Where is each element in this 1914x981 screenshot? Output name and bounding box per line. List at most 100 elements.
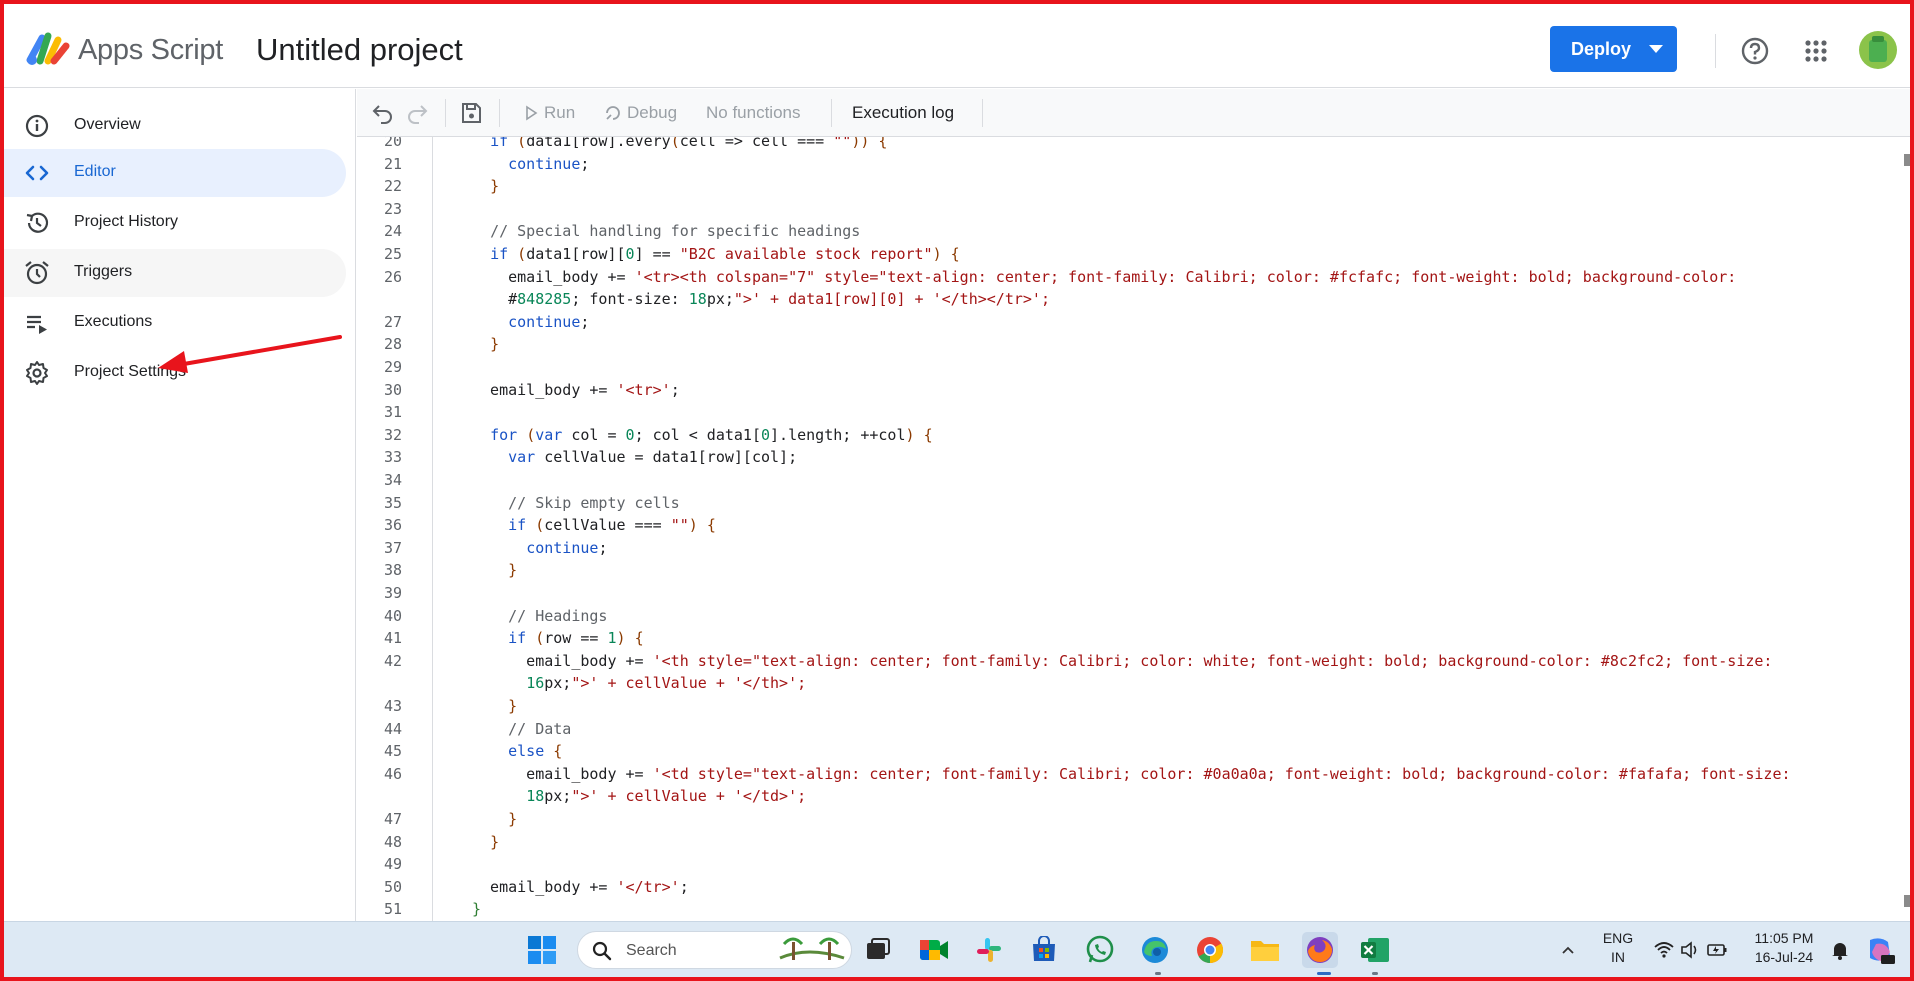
- line-number: 41: [383, 629, 402, 647]
- sidebar-item-triggers[interactable]: Triggers: [4, 249, 346, 297]
- line-number: 49: [383, 855, 402, 873]
- gear-icon: [26, 361, 48, 385]
- whatsapp-icon[interactable]: [1082, 932, 1118, 968]
- function-selector-label: No functions: [706, 103, 801, 122]
- line-number: 42: [383, 652, 402, 670]
- sidebar-item-overview[interactable]: Overview: [4, 102, 346, 150]
- undo-icon: [372, 105, 392, 124]
- redo-button[interactable]: [405, 89, 429, 137]
- active-indicator: [1317, 972, 1331, 975]
- code-text: if (data1[row][0] == "B2C available stoc…: [490, 245, 960, 263]
- editor-scrollbar[interactable]: [1902, 137, 1910, 921]
- save-button[interactable]: [459, 89, 483, 137]
- sidebar-item-label: Editor: [74, 163, 116, 180]
- copilot-icon[interactable]: [1864, 934, 1896, 966]
- editor-toolbar: Run Debug No functions Execution log: [357, 89, 1910, 137]
- toolbar-divider: [831, 99, 832, 127]
- project-title[interactable]: Untitled project: [256, 32, 463, 68]
- code-text: continue;: [526, 539, 608, 557]
- avatar[interactable]: [1858, 30, 1898, 70]
- code-text: // Headings: [508, 607, 608, 625]
- alarm-clock-icon: [25, 261, 49, 285]
- line-number: 48: [383, 833, 402, 851]
- line-number: 51: [383, 900, 402, 918]
- code-text: }: [508, 810, 518, 828]
- line-number: 39: [383, 584, 402, 602]
- line-number: 29: [383, 358, 402, 376]
- undo-button[interactable]: [371, 89, 395, 137]
- slack-icon[interactable]: [971, 932, 1007, 968]
- header-divider: [1715, 34, 1716, 68]
- line-number: 22: [383, 177, 402, 195]
- code-icon: [25, 165, 49, 181]
- code-text: }: [490, 833, 500, 851]
- gutter-divider: [432, 137, 433, 921]
- google-meet-icon[interactable]: [916, 932, 952, 968]
- battery-icon[interactable]: [1706, 941, 1728, 959]
- clock[interactable]: 11:05 PM 16-Jul-24: [1746, 930, 1822, 965]
- line-number: 31: [383, 403, 402, 421]
- deploy-button[interactable]: Deploy: [1550, 26, 1677, 72]
- apps-grid-icon[interactable]: [1799, 34, 1833, 68]
- line-number: 37: [383, 539, 402, 557]
- debug-label: Debug: [627, 103, 678, 122]
- excel-icon[interactable]: [1357, 932, 1393, 968]
- code-text: if (cellValue === "") {: [508, 516, 716, 534]
- code-text: var cellValue = data1[row][col];: [508, 448, 798, 466]
- code-text: if (row == 1) {: [508, 629, 644, 647]
- annotation-arrow: [158, 335, 342, 373]
- code-text: // Skip empty cells: [508, 494, 680, 512]
- windows-start-icon[interactable]: [524, 932, 560, 968]
- code-text: }: [508, 561, 518, 579]
- taskbar-search[interactable]: Search: [577, 931, 852, 969]
- line-number: 33: [383, 448, 402, 466]
- code-text: }: [508, 697, 518, 715]
- notification-bell-icon[interactable]: [1830, 940, 1850, 960]
- chevron-down-icon[interactable]: [1649, 45, 1663, 53]
- apps-script-logo[interactable]: [26, 30, 70, 68]
- task-view-icon[interactable]: [860, 932, 896, 968]
- scroll-marker: [1904, 154, 1910, 166]
- chrome-icon[interactable]: [1192, 932, 1228, 968]
- line-number: 21: [383, 155, 402, 173]
- firefox-icon[interactable]: [1302, 932, 1338, 968]
- code-editor[interactable]: 20 if (data1[row].every(cell => cell ===…: [357, 137, 1910, 921]
- code-text: #848285; font-size: 18px;">' + data1[row…: [472, 290, 1050, 308]
- line-number: 25: [383, 245, 402, 263]
- save-icon: [462, 103, 481, 123]
- function-selector[interactable]: No functions: [706, 89, 801, 137]
- help-icon[interactable]: [1738, 34, 1772, 68]
- store-icon[interactable]: [1026, 932, 1062, 968]
- wifi-icon[interactable]: [1654, 941, 1674, 959]
- run-button[interactable]: Run: [523, 89, 575, 137]
- chevron-up-icon[interactable]: [1560, 942, 1576, 958]
- sidebar-item-editor[interactable]: Editor: [4, 149, 346, 197]
- volume-icon[interactable]: [1680, 941, 1700, 959]
- app-brand[interactable]: Apps Script: [78, 34, 223, 67]
- code-text: 16px;">' + cellValue + '</th>';: [526, 674, 807, 692]
- code-text: for (var col = 0; col < data1[0].length;…: [490, 426, 933, 444]
- line-number: 32: [383, 426, 402, 444]
- code-text: if (data1[row].every(cell => cell === ""…: [490, 137, 888, 150]
- line-number: 50: [383, 878, 402, 896]
- language-indicator[interactable]: ENG IN: [1594, 930, 1642, 965]
- code-text: email_body += '<td style="text-align: ce…: [472, 765, 1791, 783]
- debug-icon: [606, 106, 620, 120]
- execution-log-button[interactable]: Execution log: [852, 89, 954, 137]
- debug-button[interactable]: Debug: [603, 89, 677, 137]
- clock-date: 16-Jul-24: [1754, 949, 1814, 965]
- file-explorer-icon[interactable]: [1247, 932, 1283, 968]
- edge-icon[interactable]: [1137, 932, 1173, 968]
- region-code: IN: [1611, 949, 1625, 965]
- redo-icon: [408, 105, 428, 124]
- code-text: }: [490, 335, 500, 353]
- line-number: 26: [383, 268, 402, 286]
- code-text: email_body += '<tr><th colspan="7" style…: [472, 268, 1737, 286]
- search-highlight-icon: [779, 937, 845, 960]
- scroll-marker: [1904, 895, 1910, 907]
- running-indicator: [1372, 972, 1378, 975]
- line-number: 23: [383, 200, 402, 218]
- code-text: continue;: [508, 155, 590, 173]
- sidebar-item-project-history[interactable]: Project History: [4, 199, 346, 247]
- app-header: Apps Script Untitled project Deploy: [4, 4, 1910, 88]
